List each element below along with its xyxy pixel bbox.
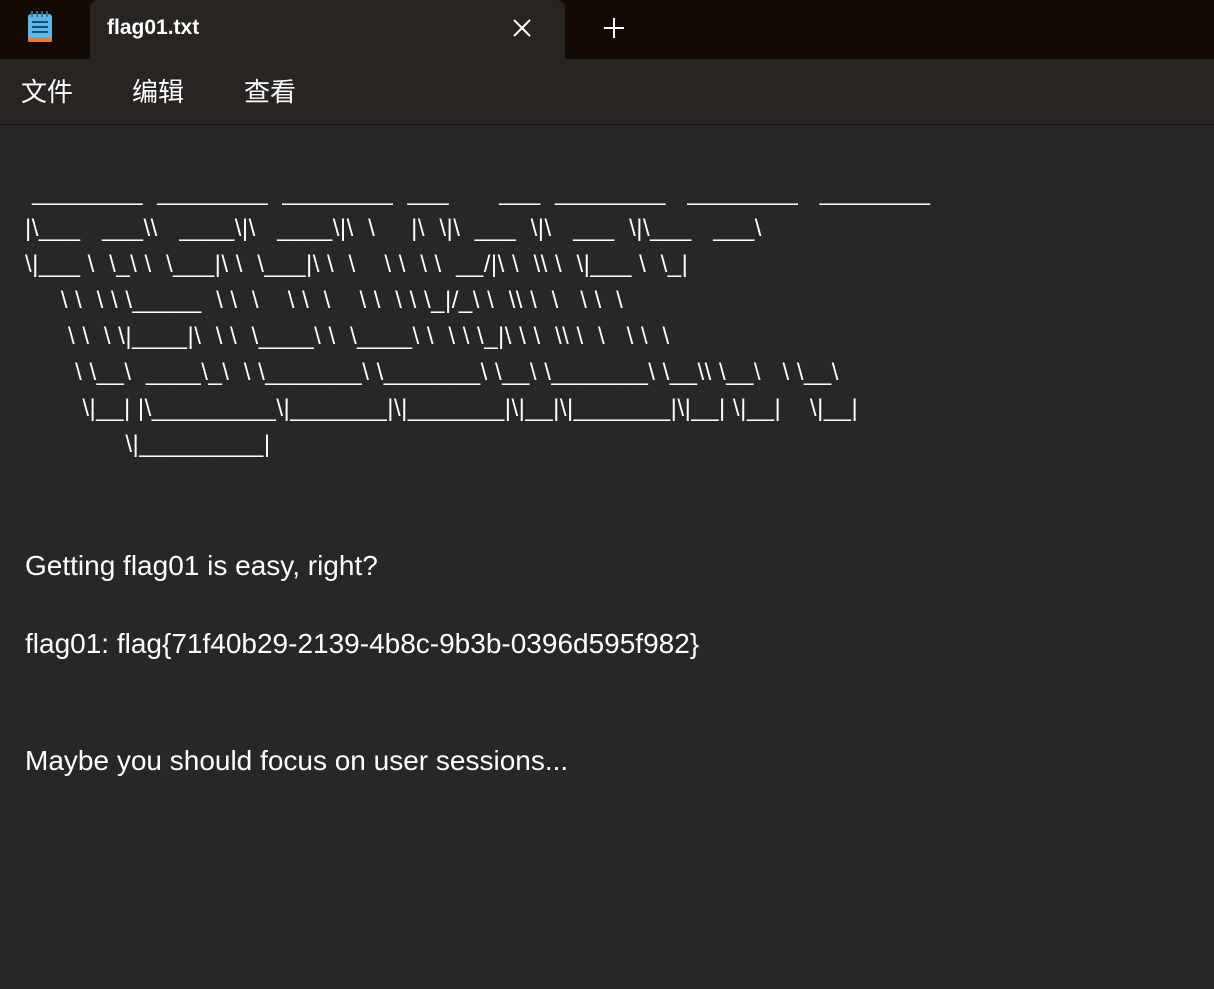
document-line-hint: Maybe you should focus on user sessions.… [25, 745, 569, 776]
ascii-art: ________ ________ ________ ___ ___ _____… [25, 179, 931, 458]
document-line-1: Getting flag01 is easy, right? [25, 550, 378, 581]
title-bar: flag01.txt [0, 0, 1214, 59]
menu-view[interactable]: 查看 [244, 77, 296, 109]
menu-bar: 文件 编辑 查看 [0, 59, 1214, 125]
text-editor[interactable]: ________ ________ ________ ___ ___ _____… [0, 125, 1214, 989]
tab-title: flag01.txt [107, 16, 200, 39]
menu-file[interactable]: 文件 [21, 77, 73, 109]
tab-flag01[interactable]: flag01.txt [90, 0, 565, 59]
notepad-app-icon [27, 11, 53, 43]
menu-edit[interactable]: 编辑 [132, 77, 184, 109]
document-line-flag: flag01: flag{71f40b29-2139-4b8c-9b3b-039… [25, 628, 700, 659]
plus-icon[interactable] [600, 14, 628, 42]
close-icon[interactable] [508, 14, 536, 42]
